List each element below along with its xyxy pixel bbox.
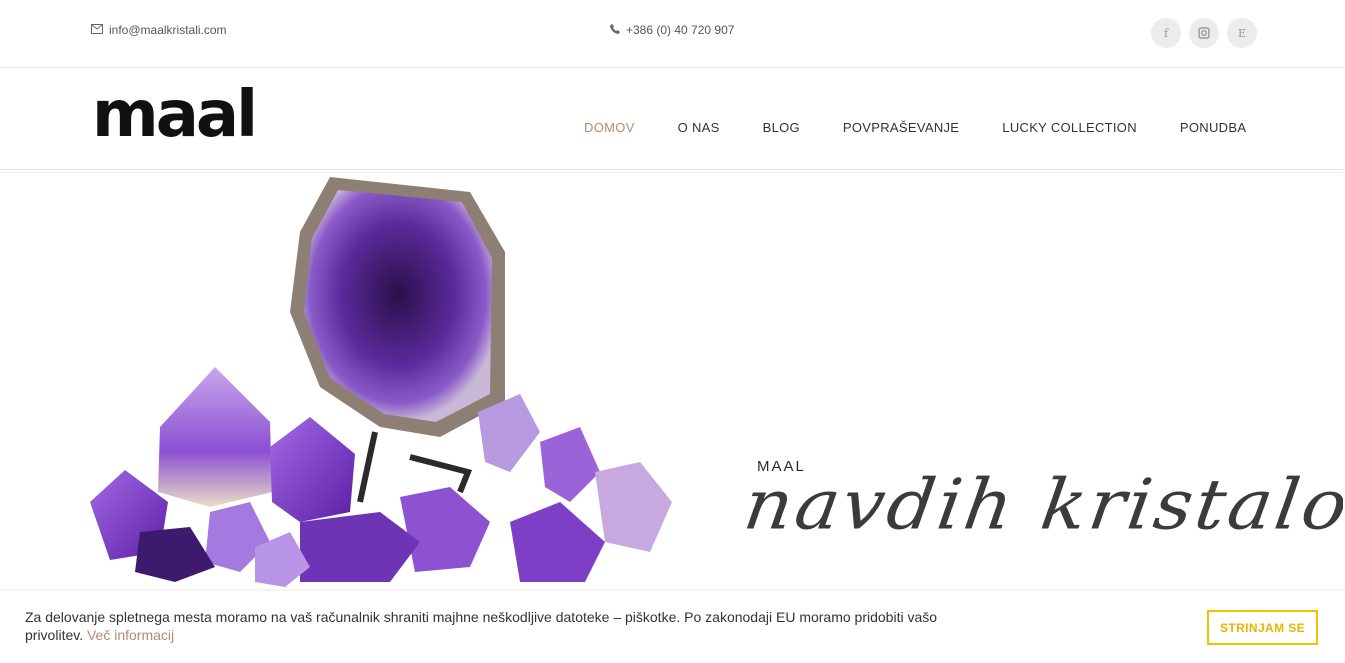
main-nav: DOMOV O NAS BLOG POVPRAŠEVANJE LUCKY COL… (584, 120, 1289, 135)
cookie-banner: Za delovanje spletnega mesta moramo na v… (0, 591, 1345, 663)
nav-item-lucky-collection[interactable]: LUCKY COLLECTION (1002, 120, 1137, 135)
nav-item-o-nas[interactable]: O NAS (678, 120, 720, 135)
site-header: maal DOMOV O NAS BLOG POVPRAŠEVANJE LUCK… (0, 69, 1343, 170)
phone-text: +386 (0) 40 720 907 (626, 23, 735, 37)
cookie-more-info-link[interactable]: Več informacij (87, 627, 174, 643)
nav-item-povprasevanje[interactable]: POVPRAŠEVANJE (843, 120, 959, 135)
amethyst-crystals-image (90, 177, 672, 587)
cookie-message: Za delovanje spletnega mesta moramo na v… (25, 608, 945, 644)
top-bar: info@maalkristali.com +386 (0) 40 720 90… (0, 0, 1343, 68)
email-contact[interactable]: info@maalkristali.com (91, 23, 227, 37)
maal-logo[interactable]: maal (92, 83, 258, 147)
accept-cookies-button[interactable]: STRINJAM SE (1207, 610, 1318, 645)
envelope-icon (91, 23, 103, 37)
nav-item-blog[interactable]: BLOG (763, 120, 800, 135)
nav-item-ponudba[interactable]: PONUDBA (1180, 120, 1246, 135)
hero-banner: MAAL navdih kristalov (0, 172, 1343, 592)
phone-contact[interactable]: +386 (0) 40 720 907 (610, 23, 734, 37)
hero-script-heading: navdih kristalov (739, 464, 1343, 546)
phone-icon (610, 23, 620, 37)
social-links: f E (1151, 18, 1257, 48)
nav-item-domov[interactable]: DOMOV (584, 120, 635, 135)
etsy-icon[interactable]: E (1227, 18, 1257, 48)
email-text: info@maalkristali.com (109, 23, 227, 37)
instagram-icon[interactable] (1189, 18, 1219, 48)
facebook-icon[interactable]: f (1151, 18, 1181, 48)
